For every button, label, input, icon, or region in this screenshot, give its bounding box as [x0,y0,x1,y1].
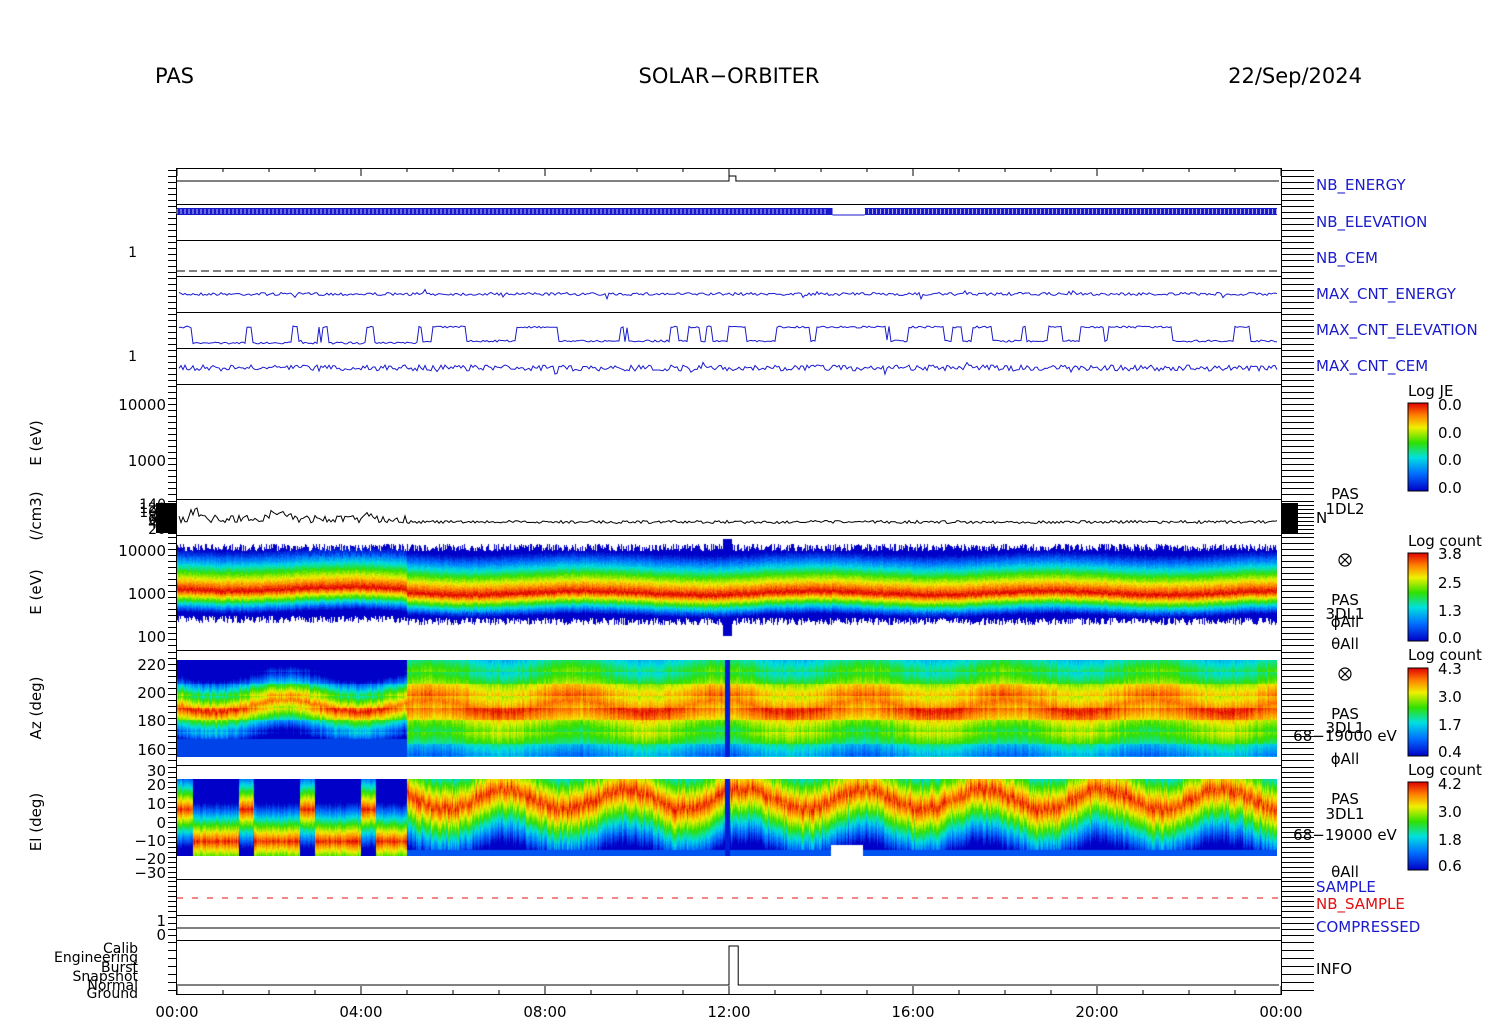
e-3dl1-colorbar-tick-4: 0.0 [1438,629,1462,647]
az-colorbar-tick-4: 0.4 [1438,743,1462,761]
time-tick-label: 08:00 [523,1003,566,1020]
info-label: INFO [1316,960,1352,978]
el-colorbar: Log count 4.2 3.0 1.8 0.6 [1407,761,1482,875]
header-instrument: PAS [155,64,194,88]
e-1dl2-colorbar-tick-1: 0.0 [1438,396,1462,414]
density-label-n: N [1316,509,1327,527]
e-3dl1-colorbar-tick-3: 1.3 [1438,602,1462,620]
az-ytick-220: 220 [137,656,166,674]
header-mission: SOLAR−ORBITER [638,64,819,88]
nb-energy-label: NB_ENERGY [1316,176,1406,195]
el-colorbar-tick-2: 3.0 [1438,803,1462,821]
el-ylabel: El (deg) [27,793,45,851]
nb-elevation-trace [176,208,1278,216]
time-tick-label: 20:00 [1075,1003,1118,1020]
e-1dl2-ytick-1000: 1000 [128,452,166,470]
e-1dl2-colorbar-tick-2: 0.0 [1438,424,1462,442]
el-ytick-20: 20 [147,776,166,794]
max-cnt-cem-tick-1: 1 [128,349,137,365]
e-1dl2-ytick-10000: 10000 [118,396,166,414]
az-3dl1-spectrogram [177,660,1277,757]
density-left-block [156,503,176,533]
info-state-labels: Calib Engineering Burst Snapshot Normal … [54,941,139,1002]
e-3dl1-ylabel: E (eV) [27,569,45,614]
time-tick-label: 12:00 [707,1003,750,1020]
el-colorbar-tick-1: 4.2 [1438,775,1462,793]
el-label-energy: 68−19000 eV [1293,826,1397,844]
max-cnt-cem-trace [178,361,1278,376]
time-tick-label: 04:00 [339,1003,382,1020]
e-1dl2-colorbar-tick-3: 0.0 [1438,451,1462,469]
az-ytick-160: 160 [137,741,166,759]
e-3dl1-otimes-icon [1338,553,1352,567]
e-1dl2-colorbar: Log JE 0.0 0.0 0.0 0.0 [1407,382,1462,497]
e-1dl2-colorbar-tick-4: 0.0 [1438,479,1462,497]
el-ytick-m30: −30 [134,864,166,882]
az-ylabel: Az (deg) [27,677,45,740]
e-1dl2-ylabel: E (eV) [27,420,45,465]
sample-label: SAMPLE [1316,878,1376,896]
info-trace [177,945,1279,986]
az-colorbar-tick-2: 3.0 [1438,688,1462,706]
time-tick-label: 16:00 [891,1003,934,1020]
el-yticks: 30 20 10 0 −10 −20 −30 [134,762,166,882]
max-cnt-energy-label: MAX_CNT_ENERGY [1316,285,1457,304]
e-3dl1-colorbar: Log count 3.8 2.5 1.3 0.0 [1407,532,1482,647]
nb-elevation-label: NB_ELEVATION [1316,213,1427,232]
el-ytick-m10: −10 [134,832,166,850]
density-label-1dl2: 1DL2 [1326,500,1365,518]
time-tick-label: 00:00 [155,1003,198,1020]
nb-elevation-band [864,208,1277,215]
el-3dl1-spectrogram [177,779,1277,856]
el-colorbar-tick-3: 1.8 [1438,831,1462,849]
info-state-ground: Ground [87,986,139,1002]
az-otimes-icon [1338,667,1352,681]
az-label-phi: ϕAll [1331,750,1360,768]
header-date: 22/Sep/2024 [1228,64,1362,88]
nb-cem-label: NB_CEM [1316,249,1378,268]
el-ytick-10: 10 [147,795,166,813]
e-3dl1-spectrogram [177,537,1277,650]
az-label-energy: 68−19000 eV [1293,727,1397,745]
e-3dl1-colorbar-tick-2: 2.5 [1438,574,1462,592]
density-right-block [1282,503,1298,533]
az-colorbar: Log count 4.3 3.0 1.7 0.4 [1407,646,1482,761]
density-trace [178,507,1278,525]
el-label-product: 3DL1 [1326,805,1365,823]
compressed-tick-0: 0 [156,926,166,944]
pas-summary-chart: PAS SOLAR−ORBITER 22/Sep/2024 NB_ENERGY … [27,64,1482,1020]
max-cnt-cem-label: MAX_CNT_CEM [1316,357,1428,376]
nb-sample-label: NB_SAMPLE [1316,895,1405,914]
e-3dl1-ytick-10000: 10000 [118,542,166,560]
time-tick-label: 00:00 [1259,1003,1302,1020]
az-colorbar-tick-1: 4.3 [1438,660,1462,678]
compressed-label: COMPRESSED [1316,918,1420,936]
nb-cem-tick-1: 1 [128,245,137,261]
e-3dl1-ytick-1000: 1000 [128,585,166,603]
az-ytick-200: 200 [137,684,166,702]
max-cnt-energy-trace [178,288,1278,301]
density-ylabel: (/cm3) [27,491,45,540]
nb-energy-trace [177,175,1279,182]
max-cnt-elevation-label: MAX_CNT_ELEVATION [1316,321,1478,340]
el-colorbar-tick-4: 0.6 [1438,857,1462,875]
e-3dl1-label-phi: ϕAll [1331,613,1360,631]
el-ytick-0: 0 [156,814,166,832]
max-cnt-elevation-trace [178,325,1277,345]
az-ytick-180: 180 [137,712,166,730]
az-colorbar-tick-3: 1.7 [1438,716,1462,734]
e-3dl1-colorbar-tick-1: 3.8 [1438,545,1462,563]
e-3dl1-label-theta: θAll [1331,635,1359,653]
e-3dl1-ytick-100: 100 [137,628,166,646]
